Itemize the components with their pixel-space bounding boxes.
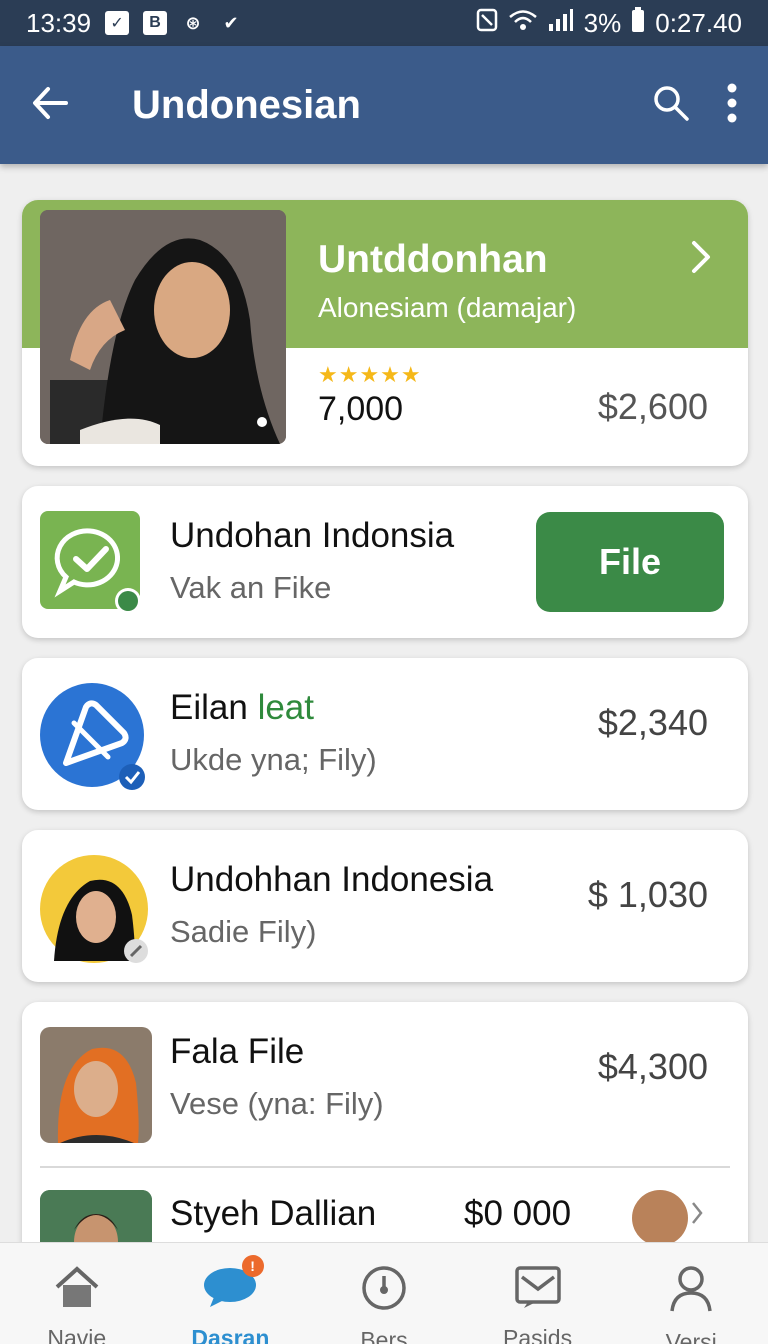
signal-icon xyxy=(548,8,574,39)
row-subtitle: Ukde yna; Fily) xyxy=(170,742,377,777)
divider xyxy=(40,1166,730,1168)
notification-badge: ! xyxy=(241,1255,264,1277)
avatar xyxy=(632,1190,688,1246)
featured-price: $2,600 xyxy=(597,386,708,427)
b-icon: B xyxy=(143,11,168,35)
home-icon xyxy=(53,1265,101,1315)
pen-app-icon xyxy=(40,683,145,790)
check-icon: ✔ xyxy=(223,12,239,33)
featured-photo xyxy=(40,210,286,444)
rating-stars: ★★★★★ xyxy=(318,362,422,387)
row-title: Undohan Indonsia xyxy=(170,516,455,555)
more-vert-icon[interactable] xyxy=(726,83,738,128)
row-price: $2,340 xyxy=(597,702,708,743)
row-price: $ 1,030 xyxy=(587,874,708,915)
row-subtitle: Vese (yna: Fily) xyxy=(170,1086,384,1121)
sim-icon: ✓ xyxy=(105,11,130,35)
battery-percent: 3% xyxy=(583,7,622,38)
inbox-icon xyxy=(514,1265,562,1315)
featured-subtitle: Alonesiam (damajar) xyxy=(318,292,577,323)
arrow-left-icon[interactable] xyxy=(30,83,70,128)
nav-label: Pasids xyxy=(503,1325,573,1344)
avatar xyxy=(40,1027,152,1143)
list-item[interactable]: Fala File Vese (yna: Fily) $4,300 Styeh … xyxy=(22,1002,748,1262)
chevron-right-icon[interactable] xyxy=(690,1200,704,1231)
row-title: Undohhan Indonesia xyxy=(170,860,494,899)
nav-item-navie[interactable]: Navie xyxy=(0,1243,154,1344)
row-price: $4,300 xyxy=(597,1046,708,1087)
featured-count: 7,000 xyxy=(318,390,404,428)
clock-icon xyxy=(361,1265,407,1317)
nav-label: Navie xyxy=(47,1325,107,1344)
row-title: Eilan leat xyxy=(170,688,314,727)
featured-card[interactable]: Untddonhan Alonesiam (damajar) ★★★★★ 7,0… xyxy=(22,200,748,466)
row-subtitle: Vak an Fike xyxy=(170,570,332,605)
chevron-right-icon[interactable] xyxy=(690,240,712,279)
list-item[interactable]: Undohhan Indonesia Sadie Fily) $ 1,030 xyxy=(22,830,748,982)
app-bar: Undonesian xyxy=(0,46,768,164)
search-icon[interactable] xyxy=(652,84,690,127)
status-clock: 0:27.40 xyxy=(655,7,742,38)
list-item[interactable]: Undohan Indonsia Vak an Fike File xyxy=(22,486,748,638)
list-item[interactable]: Eilan leat Ukde yna; Fily) $2,340 xyxy=(22,658,748,810)
row-title: Fala File xyxy=(170,1032,305,1071)
nav-label: Bers xyxy=(360,1327,408,1344)
status-bar: 13:39 ✓ B ⊛ ✔ 3% 0:27.40 xyxy=(0,0,768,46)
cycle-icon: ⊛ xyxy=(185,12,201,33)
battery-icon xyxy=(631,6,645,40)
person-icon xyxy=(668,1265,714,1319)
nav-item-bers[interactable]: Bers xyxy=(307,1243,461,1344)
row-price: $0 000 xyxy=(464,1194,572,1233)
chat-check-icon xyxy=(40,511,142,614)
item-list: Untddonhan Alonesiam (damajar) ★★★★★ 7,0… xyxy=(22,200,748,1262)
wifi-icon xyxy=(508,8,538,39)
row-title: Styeh Dallian xyxy=(170,1194,377,1233)
row-subtitle: Sadie Fily) xyxy=(170,914,317,949)
nfc-icon xyxy=(476,8,498,39)
featured-title: Untddonhan xyxy=(318,238,548,281)
avatar xyxy=(40,855,148,963)
nav-item-dasran[interactable]: ! Dasran xyxy=(154,1243,308,1344)
status-time: 13:39 xyxy=(26,7,92,38)
file-button[interactable]: File xyxy=(536,512,724,612)
nav-item-pasids[interactable]: Pasids xyxy=(461,1243,615,1344)
nav-item-versi[interactable]: Versi xyxy=(614,1243,768,1344)
bottom-nav: Navie ! Dasran Bers Pasids Versi xyxy=(0,1242,768,1344)
nav-label: Dasran xyxy=(191,1325,270,1344)
nav-label: Versi xyxy=(665,1329,717,1344)
page-title: Undonesian xyxy=(132,82,361,127)
